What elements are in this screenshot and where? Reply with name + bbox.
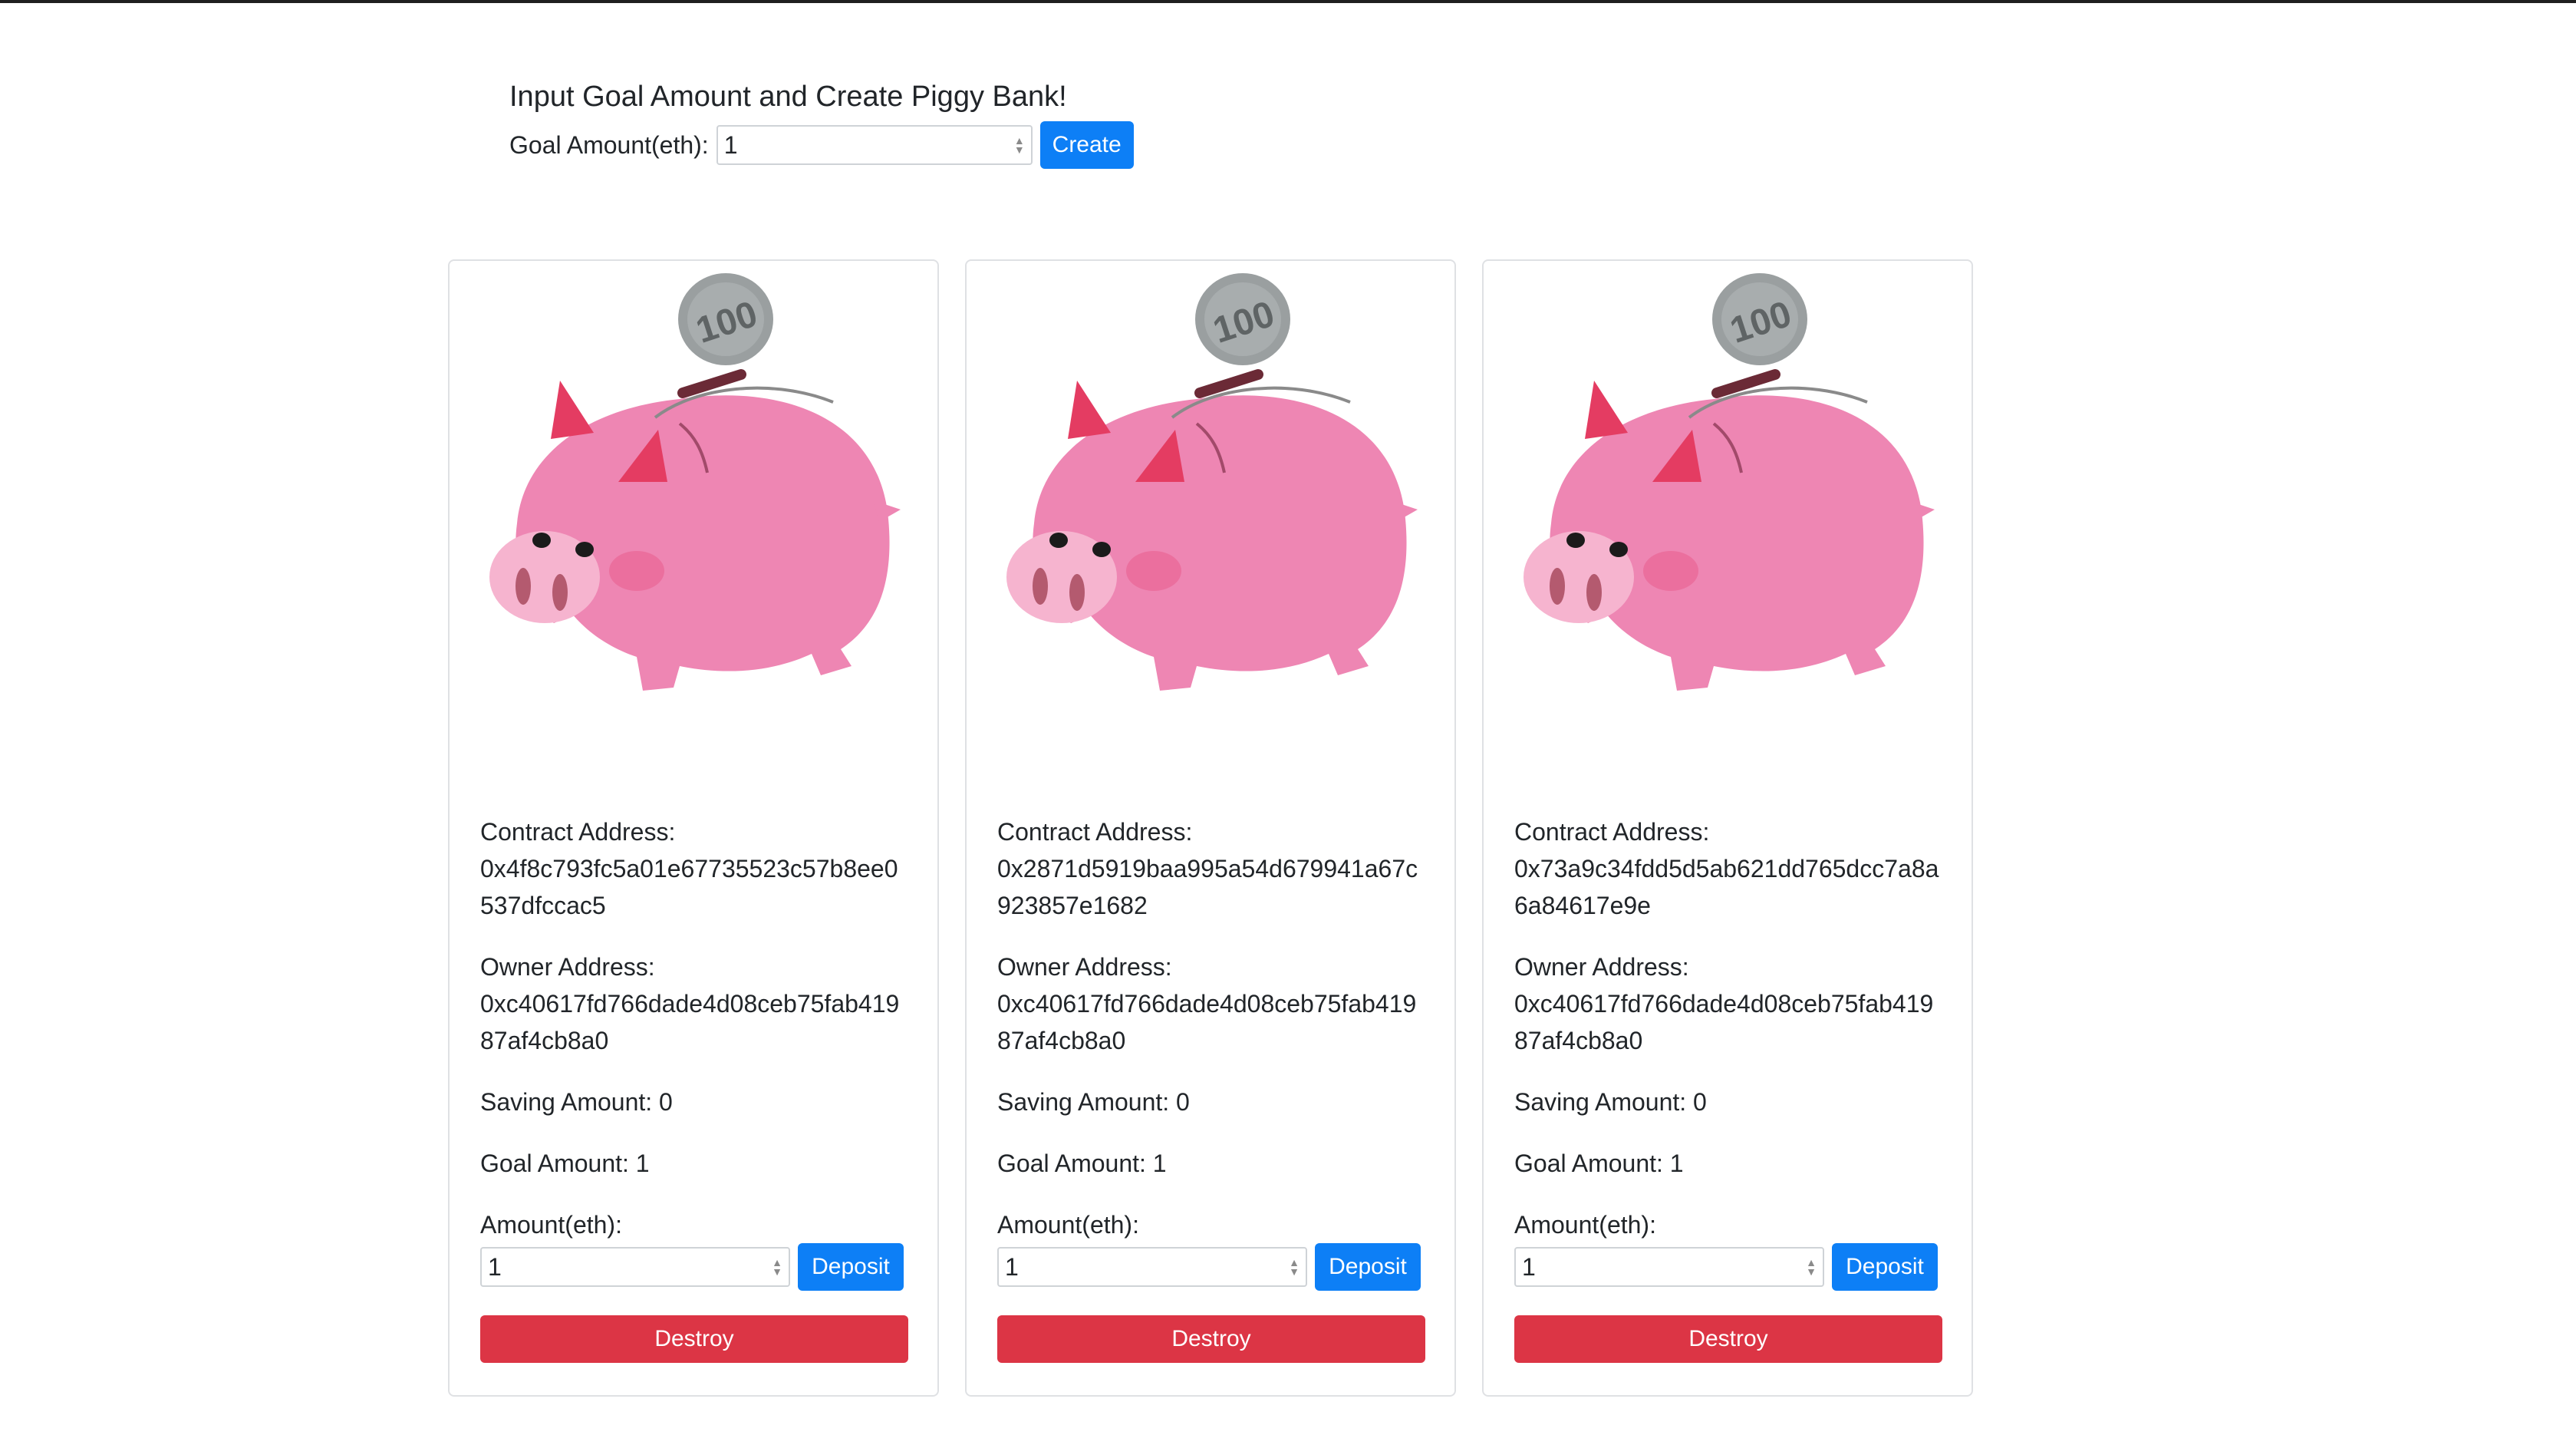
contract-address-value: 0x73a9c34fdd5d5ab621dd765dcc7a8a6a84617e… [1514, 855, 1939, 919]
goal-amount: Goal Amount: 1 [480, 1150, 650, 1177]
number-spinner-icon[interactable]: ▲ ▼ [772, 1257, 782, 1277]
goal-amount: Goal Amount: 1 [997, 1150, 1167, 1177]
coin-100-icon: 100 [1712, 273, 1807, 365]
card-details: Contract Address: 0x73a9c34fdd5d5ab621dd… [1514, 813, 1944, 1363]
saving-amount: Saving Amount: 0 [997, 1088, 1190, 1116]
owner-address-label: Owner Address: [997, 953, 1172, 981]
amount-input[interactable]: 1 ▲ ▼ [480, 1247, 790, 1287]
piggy-bank-icon [1006, 369, 1418, 691]
deposit-button[interactable]: Deposit [1315, 1243, 1421, 1291]
coin-100-icon: 100 [678, 273, 773, 365]
piggy-bank-illustration: 100 [1524, 273, 1935, 691]
goal-amount: Goal Amount: 1 [1514, 1150, 1684, 1177]
contract-address-label: Contract Address: [480, 818, 676, 846]
amount-label: Amount(eth): [1514, 1211, 1656, 1239]
top-border [0, 0, 2576, 3]
number-spinner-icon[interactable]: ▲ ▼ [1289, 1257, 1300, 1277]
owner-address-label: Owner Address: [1514, 953, 1689, 981]
contract-address-value: 0x4f8c793fc5a01e67735523c57b8ee0537dfcca… [480, 855, 898, 919]
deposit-form: 1 ▲ ▼ Deposit [997, 1243, 1427, 1291]
contract-address-label: Contract Address: [997, 818, 1193, 846]
contract-address-value: 0x2871d5919baa995a54d679941a67c923857e16… [997, 855, 1418, 919]
owner-address-value: 0xc40617fd766dade4d08ceb75fab41987af4cb8… [1514, 990, 1934, 1054]
piggy-bank-icon [489, 369, 901, 691]
goal-amount-value: 1 [723, 130, 738, 159]
piggy-bank-card: 100 Contract Address: 0x73a9c34fdd5d5ab6 [1482, 259, 1973, 1397]
amount-label: Amount(eth): [480, 1211, 622, 1239]
deposit-button[interactable]: Deposit [1832, 1243, 1938, 1291]
amount-value: 1 [1005, 1253, 1019, 1281]
create-title: Input Goal Amount and Create Piggy Bank! [509, 81, 1067, 113]
deposit-button[interactable]: Deposit [798, 1243, 904, 1291]
piggy-bank-illustration: 100 [1006, 273, 1418, 691]
amount-value: 1 [488, 1253, 502, 1281]
number-spinner-icon[interactable]: ▲ ▼ [1014, 135, 1025, 155]
card-details: Contract Address: 0x4f8c793fc5a01e677355… [480, 813, 910, 1363]
owner-address-label: Owner Address: [480, 953, 655, 981]
number-spinner-icon[interactable]: ▲ ▼ [1806, 1257, 1817, 1277]
deposit-form: 1 ▲ ▼ Deposit [480, 1243, 910, 1291]
card-details: Contract Address: 0x2871d5919baa995a54d6… [997, 813, 1427, 1363]
owner-address-value: 0xc40617fd766dade4d08ceb75fab41987af4cb8… [997, 990, 1417, 1054]
amount-input[interactable]: 1 ▲ ▼ [997, 1247, 1307, 1287]
saving-amount: Saving Amount: 0 [480, 1088, 673, 1116]
amount-label: Amount(eth): [997, 1211, 1139, 1239]
deposit-form: 1 ▲ ▼ Deposit [1514, 1243, 1944, 1291]
piggy-bank-card: 100 Contract Address: 0x2871d5919baa995a [965, 259, 1456, 1397]
saving-amount: Saving Amount: 0 [1514, 1088, 1707, 1116]
amount-input[interactable]: 1 ▲ ▼ [1514, 1247, 1824, 1287]
destroy-button[interactable]: Destroy [997, 1315, 1425, 1363]
goal-amount-label: Goal Amount(eth): [509, 131, 709, 159]
destroy-button[interactable]: Destroy [1514, 1315, 1942, 1363]
piggy-bank-card: 100 Contract Address: 0x4f8c793fc5a01e67 [448, 259, 939, 1397]
piggy-bank-illustration: 100 [489, 273, 901, 691]
contract-address-label: Contract Address: [1514, 818, 1710, 846]
create-section: Input Goal Amount and Create Piggy Bank!… [509, 74, 1134, 169]
destroy-button[interactable]: Destroy [480, 1315, 908, 1363]
amount-value: 1 [1522, 1253, 1536, 1281]
goal-amount-input[interactable]: 1 ▲ ▼ [716, 125, 1033, 165]
create-button[interactable]: Create [1039, 121, 1134, 169]
coin-100-icon: 100 [1195, 273, 1290, 365]
owner-address-value: 0xc40617fd766dade4d08ceb75fab41987af4cb8… [480, 990, 900, 1054]
piggy-bank-icon [1524, 369, 1935, 691]
piggy-bank-list: 100 Contract Address: 0x4f8c793fc5a01e67 [448, 259, 1973, 1397]
create-form: Goal Amount(eth): 1 ▲ ▼ Create [509, 121, 1134, 169]
